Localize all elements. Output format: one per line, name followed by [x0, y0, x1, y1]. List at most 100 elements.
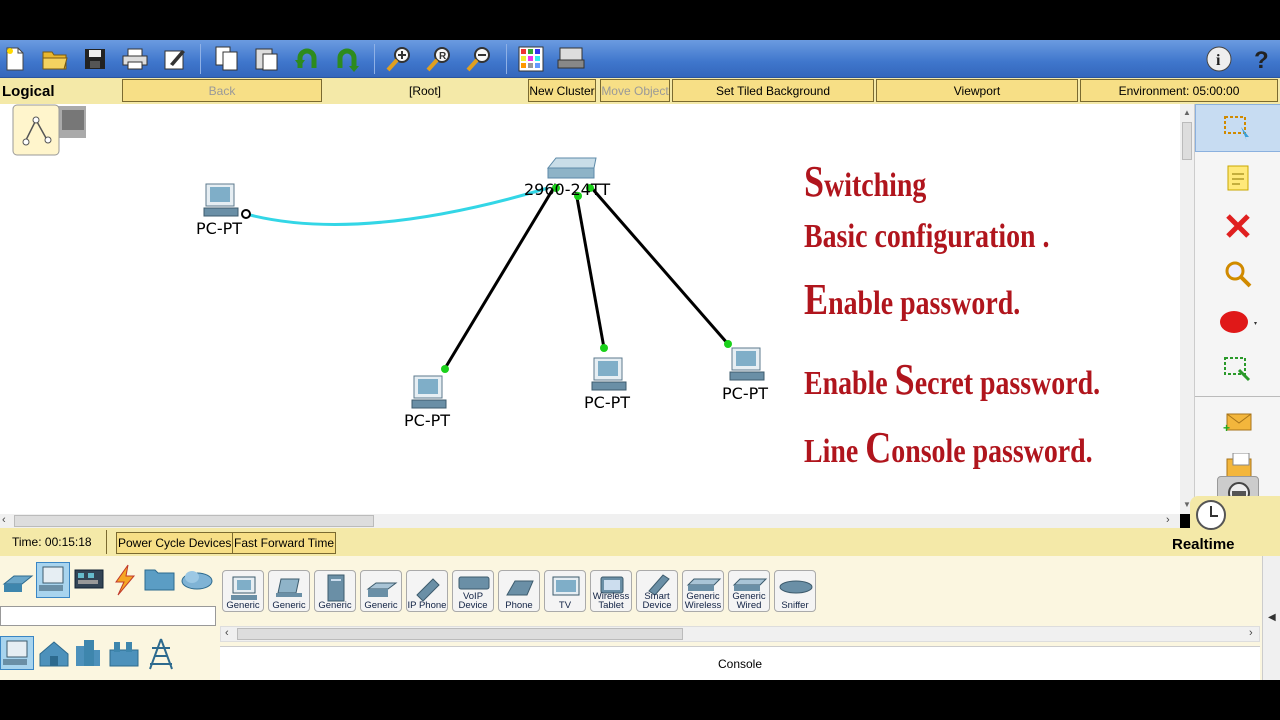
inspect-tool-icon[interactable]: [1195, 250, 1280, 298]
link-pc4[interactable]: [588, 185, 730, 345]
network-devices-category-icon[interactable]: [2, 566, 34, 601]
status-divider: [106, 530, 107, 554]
undo-icon[interactable]: [292, 44, 322, 74]
voip-device[interactable]: VoIP Device: [452, 570, 494, 612]
simulation-time: Time: 00:15:18: [12, 535, 92, 549]
device-search-field[interactable]: [0, 606, 216, 626]
pc-icon[interactable]: [591, 357, 627, 391]
open-folder-icon[interactable]: [40, 44, 70, 74]
delete-tool-icon[interactable]: [1195, 202, 1280, 250]
new-cluster-button[interactable]: New Cluster: [528, 79, 596, 102]
new-file-icon[interactable]: [0, 44, 30, 74]
move-object-button[interactable]: Move Object: [600, 79, 670, 102]
device-label: Phone: [505, 600, 533, 611]
environment-button[interactable]: Environment: 05:00:00: [1080, 79, 1278, 102]
svg-text:R: R: [439, 51, 447, 62]
link-pc2[interactable]: [442, 183, 558, 371]
realtime-mode-label[interactable]: Realtime: [1172, 536, 1235, 553]
palette-icon[interactable]: [516, 44, 546, 74]
components-category-icon[interactable]: [74, 568, 104, 597]
copy-icon[interactable]: [212, 44, 242, 74]
end-devices-category-icon[interactable]: [36, 562, 70, 598]
zoom-reset-icon[interactable]: R: [424, 44, 454, 74]
resize-shape-tool-icon[interactable]: [1195, 346, 1280, 394]
note-tool-icon[interactable]: [1195, 154, 1280, 202]
device-label: Generic: [364, 600, 398, 611]
scroll-thumb[interactable]: [1182, 122, 1192, 160]
scroll-right-icon[interactable]: ›: [1249, 627, 1253, 639]
add-simple-pdu-icon[interactable]: +: [1195, 398, 1280, 446]
scroll-up-icon[interactable]: ▲: [1183, 108, 1191, 117]
generic-pc-device[interactable]: Generic: [222, 570, 264, 612]
print-icon[interactable]: [120, 44, 150, 74]
miscellaneous-category-icon[interactable]: [144, 566, 176, 597]
home-subcategory-icon[interactable]: [38, 640, 70, 673]
scroll-right-icon[interactable]: ›: [1166, 514, 1170, 526]
generic-laptop-device[interactable]: Generic: [268, 570, 310, 612]
info-icon[interactable]: i: [1204, 44, 1234, 74]
tv-device[interactable]: TV: [544, 570, 586, 612]
scroll-left-icon[interactable]: ‹: [225, 627, 229, 639]
canvas-horizontal-scrollbar[interactable]: ‹ ›: [0, 514, 1180, 528]
power-grid-subcategory-icon[interactable]: [146, 638, 176, 675]
scroll-left-icon[interactable]: ‹: [2, 514, 6, 526]
power-cycle-devices-button[interactable]: Power Cycle Devices: [116, 532, 234, 554]
zoom-out-icon[interactable]: [464, 44, 494, 74]
svg-text:?: ?: [1254, 47, 1269, 72]
toolbar-separator: [374, 44, 375, 74]
sniffer-device[interactable]: Sniffer: [774, 570, 816, 612]
redo-icon[interactable]: [332, 44, 362, 74]
switch-icon[interactable]: [546, 157, 597, 179]
back-button[interactable]: Back: [122, 79, 322, 102]
collapse-panel-handle[interactable]: ◀: [1262, 556, 1280, 680]
canvas-vertical-scrollbar[interactable]: ▲ ▼: [1180, 104, 1194, 514]
palette-divider: [1195, 396, 1280, 397]
smart-city-subcategory-icon[interactable]: [74, 638, 102, 673]
help-icon[interactable]: ?: [1246, 44, 1276, 74]
root-breadcrumb[interactable]: [Root]: [324, 79, 526, 102]
collapse-arrow-icon: ◀: [1268, 612, 1276, 623]
console-panel[interactable]: Console: [220, 646, 1260, 680]
paste-icon[interactable]: [252, 44, 282, 74]
pc-label: PC-PT: [404, 411, 451, 430]
ip-phone-device[interactable]: IP Phone: [406, 570, 448, 612]
draw-ellipse-tool-icon[interactable]: [1195, 298, 1280, 346]
pc-icon[interactable]: [203, 183, 239, 217]
logical-workspace-label[interactable]: Logical: [0, 78, 120, 104]
scroll-thumb[interactable]: [14, 515, 374, 527]
viewport-button[interactable]: Viewport: [876, 79, 1078, 102]
multiuser-category-icon[interactable]: [180, 568, 214, 595]
generic-wired-device[interactable]: Generic Wired: [728, 570, 770, 612]
workspace-bar: Logical Back [Root] New Cluster Move Obj…: [0, 78, 1280, 104]
phone-device[interactable]: Phone: [498, 570, 540, 612]
save-icon[interactable]: [80, 44, 110, 74]
device-panel: Generic Generic Generic Generic IP Phone…: [0, 556, 1280, 680]
link-pc3[interactable]: [574, 191, 606, 349]
cyan-link[interactable]: [245, 186, 549, 226]
select-tool-icon[interactable]: [1195, 104, 1280, 152]
generic-wireless-device[interactable]: Generic Wireless: [682, 570, 724, 612]
device-label: Generic: [272, 600, 306, 611]
wireless-tablet-device[interactable]: Wireless Tablet: [590, 570, 632, 612]
custom-device-icon[interactable]: [556, 44, 586, 74]
generic-printer-device[interactable]: Generic: [360, 570, 402, 612]
set-tiled-background-button[interactable]: Set Tiled Background: [672, 79, 874, 102]
scroll-thumb[interactable]: [237, 628, 683, 640]
switch-label: 2960-24TT: [524, 180, 611, 199]
zoom-in-icon[interactable]: [384, 44, 414, 74]
fast-forward-time-button[interactable]: Fast Forward Time: [232, 532, 337, 554]
smart-device[interactable]: Smart Device: [636, 570, 678, 612]
toolbar-separator: [506, 44, 507, 74]
generic-server-device[interactable]: Generic: [314, 570, 356, 612]
device-list-scrollbar[interactable]: ‹ ›: [220, 626, 1260, 642]
activity-wizard-icon[interactable]: [160, 44, 190, 74]
logical-canvas[interactable]: 2960-24TT PC-PT PC-PT PC-PT PC-PT Switch…: [0, 104, 1180, 514]
pc-label: PC-PT: [722, 384, 769, 403]
main-toolbar: R i ?: [0, 40, 1280, 78]
pc-subcategory-icon[interactable]: [0, 636, 34, 670]
pc-icon[interactable]: [411, 375, 447, 409]
industrial-subcategory-icon[interactable]: [108, 638, 140, 673]
connections-category-icon[interactable]: [110, 564, 140, 601]
pc-label: PC-PT: [196, 219, 243, 238]
pc-icon[interactable]: [729, 347, 765, 381]
